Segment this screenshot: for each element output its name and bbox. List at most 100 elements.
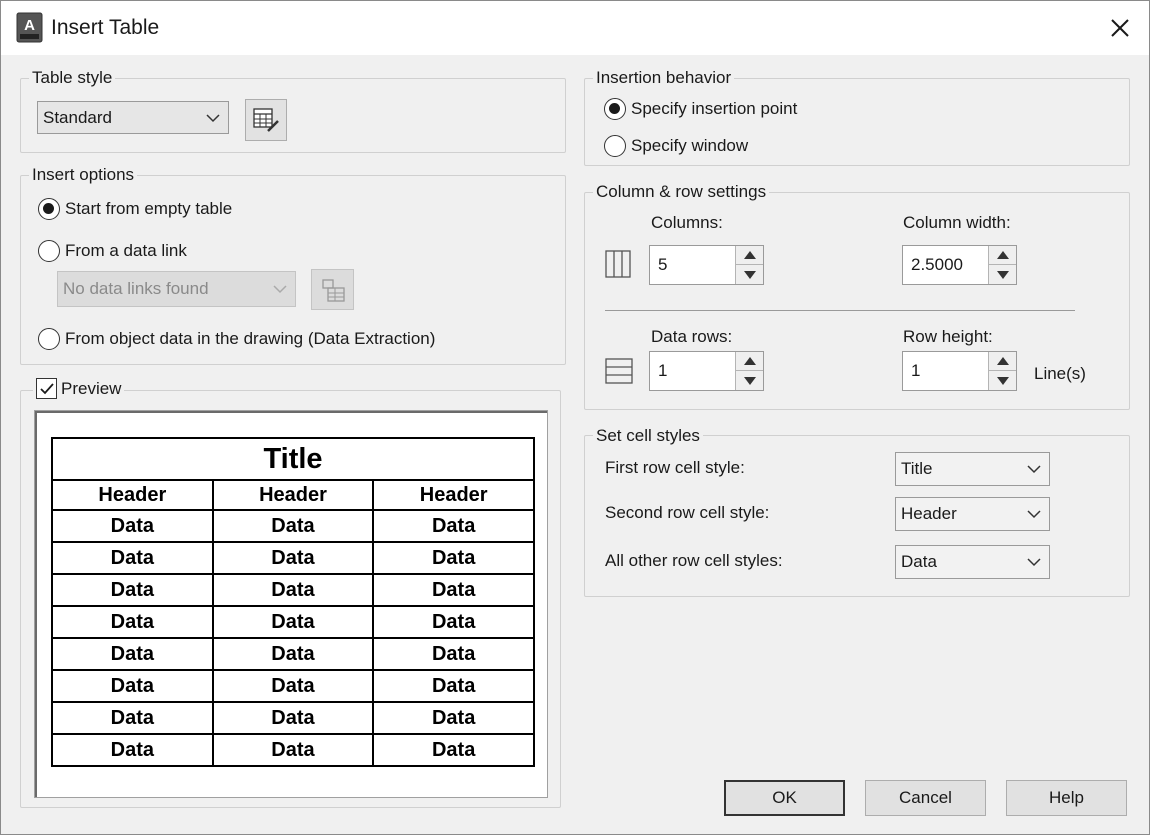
first-row-style-label: First row cell style:: [605, 458, 745, 477]
chevron-down-icon: [273, 285, 287, 294]
spin-down-button[interactable]: [989, 371, 1016, 390]
data-rows-spinner[interactable]: 1: [649, 351, 764, 391]
spin-down-button[interactable]: [736, 265, 763, 284]
start-empty-radio[interactable]: Start from empty table: [38, 198, 232, 220]
other-row-style-label: All other row cell styles:: [605, 551, 783, 570]
chevron-down-icon: [1027, 510, 1041, 519]
chevron-down-icon: [1027, 558, 1041, 567]
spin-up-button[interactable]: [989, 246, 1016, 265]
object-data-radio[interactable]: From object data in the drawing (Data Ex…: [38, 328, 435, 350]
spinner-arrows: [735, 246, 763, 284]
specify-window-radio[interactable]: Specify window: [604, 135, 748, 157]
preview-data-cell: Data: [51, 605, 214, 639]
window-title: Insert Table: [51, 16, 160, 39]
chevron-down-icon: [1027, 465, 1041, 474]
row-height-label: Row height:: [903, 327, 993, 346]
second-row-style-label: Second row cell style:: [605, 503, 770, 522]
preview-data-cell: Data: [372, 733, 535, 767]
table-preview: Title Header Header Header Data Data Data …: [34, 410, 548, 798]
column-width-value[interactable]: 2.5000: [911, 255, 963, 275]
preview-data-cell: Data: [51, 669, 214, 703]
spin-up-button[interactable]: [989, 352, 1016, 371]
first-row-style-select[interactable]: Title: [895, 452, 1050, 486]
columns-spinner[interactable]: 5: [649, 245, 764, 285]
radio-unselected[interactable]: [604, 135, 626, 157]
spin-down-button[interactable]: [736, 371, 763, 390]
preview-data-cell: Data: [211, 541, 375, 575]
insert-options-label: Insert options: [29, 165, 138, 185]
radio-unselected[interactable]: [38, 328, 60, 350]
data-link-radio[interactable]: From a data link: [38, 240, 187, 262]
radio-selected[interactable]: [38, 198, 60, 220]
table-style-select[interactable]: Standard: [37, 101, 229, 134]
spinner-arrows: [988, 352, 1016, 390]
triangle-down-icon: [743, 376, 756, 385]
help-button[interactable]: Help: [1006, 780, 1127, 816]
preview-data-cell: Data: [372, 509, 535, 543]
column-row-label: Column & row settings: [593, 182, 770, 202]
specify-point-radio[interactable]: Specify insertion point: [604, 98, 797, 120]
row-height-spinner[interactable]: 1: [902, 351, 1017, 391]
other-row-style-value: Data: [901, 552, 937, 571]
triangle-up-icon: [996, 357, 1009, 365]
preview-label: Preview: [61, 378, 122, 398]
preview-checkbox[interactable]: Preview: [33, 378, 125, 399]
spinner-arrows: [988, 246, 1016, 284]
preview-data-cell: Data: [211, 509, 375, 543]
triangle-down-icon: [996, 376, 1009, 385]
preview-data-cell: Data: [372, 701, 535, 735]
column-width-spinner[interactable]: 2.5000: [902, 245, 1017, 285]
radio-unselected[interactable]: [38, 240, 60, 262]
preview-table: Title Header Header Header Data Data Data …: [51, 437, 535, 767]
spin-up-button[interactable]: [736, 352, 763, 371]
columns-label: Columns:: [651, 213, 723, 232]
preview-data-cell: Data: [211, 573, 375, 607]
ok-button[interactable]: OK: [724, 780, 845, 816]
preview-header-cell: Header: [51, 479, 214, 511]
data-rows-label: Data rows:: [651, 327, 733, 346]
checkbox-checked[interactable]: [36, 378, 57, 399]
triangle-up-icon: [743, 251, 756, 259]
columns-value[interactable]: 5: [658, 255, 667, 275]
preview-data-cell: Data: [211, 605, 375, 639]
preview-header-cell: Header: [372, 479, 535, 511]
preview-data-cell: Data: [211, 669, 375, 703]
data-link-manager-button: [311, 269, 354, 310]
preview-data-cell: Data: [51, 701, 214, 735]
data-link-icon: [321, 278, 345, 302]
close-icon[interactable]: [1103, 11, 1137, 45]
column-width-label: Column width:: [903, 213, 1011, 232]
spin-down-button[interactable]: [989, 265, 1016, 284]
triangle-up-icon: [743, 357, 756, 365]
specify-point-label: Specify insertion point: [631, 99, 798, 118]
spin-up-button[interactable]: [736, 246, 763, 265]
cancel-button[interactable]: Cancel: [865, 780, 986, 816]
row-height-value[interactable]: 1: [911, 361, 920, 381]
triangle-down-icon: [996, 270, 1009, 279]
insert-table-dialog: A Insert Table Table style Standard Inse…: [0, 0, 1150, 835]
other-row-style-select[interactable]: Data: [895, 545, 1050, 579]
preview-data-cell: Data: [372, 637, 535, 671]
first-row-style-value: Title: [901, 459, 933, 478]
insertion-behavior-label: Insertion behavior: [593, 68, 735, 88]
table-style-dialog-button[interactable]: [245, 99, 287, 141]
preview-title-cell: Title: [51, 437, 535, 481]
table-edit-icon: [253, 108, 279, 132]
triangle-down-icon: [743, 270, 756, 279]
second-row-style-select[interactable]: Header: [895, 497, 1050, 531]
title-bar: A Insert Table: [1, 1, 1149, 55]
start-empty-label: Start from empty table: [65, 199, 233, 218]
preview-data-cell: Data: [211, 637, 375, 671]
check-icon: [39, 382, 54, 394]
svg-text:A: A: [24, 17, 35, 34]
settings-divider: [605, 310, 1075, 311]
radio-selected[interactable]: [604, 98, 626, 120]
preview-header-cell: Header: [211, 479, 375, 511]
data-rows-value[interactable]: 1: [658, 361, 667, 381]
object-data-label: From object data in the drawing (Data Ex…: [65, 329, 436, 348]
preview-data-cell: Data: [372, 541, 535, 575]
preview-data-cell: Data: [372, 605, 535, 639]
preview-data-cell: Data: [51, 541, 214, 575]
triangle-up-icon: [996, 251, 1009, 259]
autocad-app-icon: A: [16, 12, 43, 43]
